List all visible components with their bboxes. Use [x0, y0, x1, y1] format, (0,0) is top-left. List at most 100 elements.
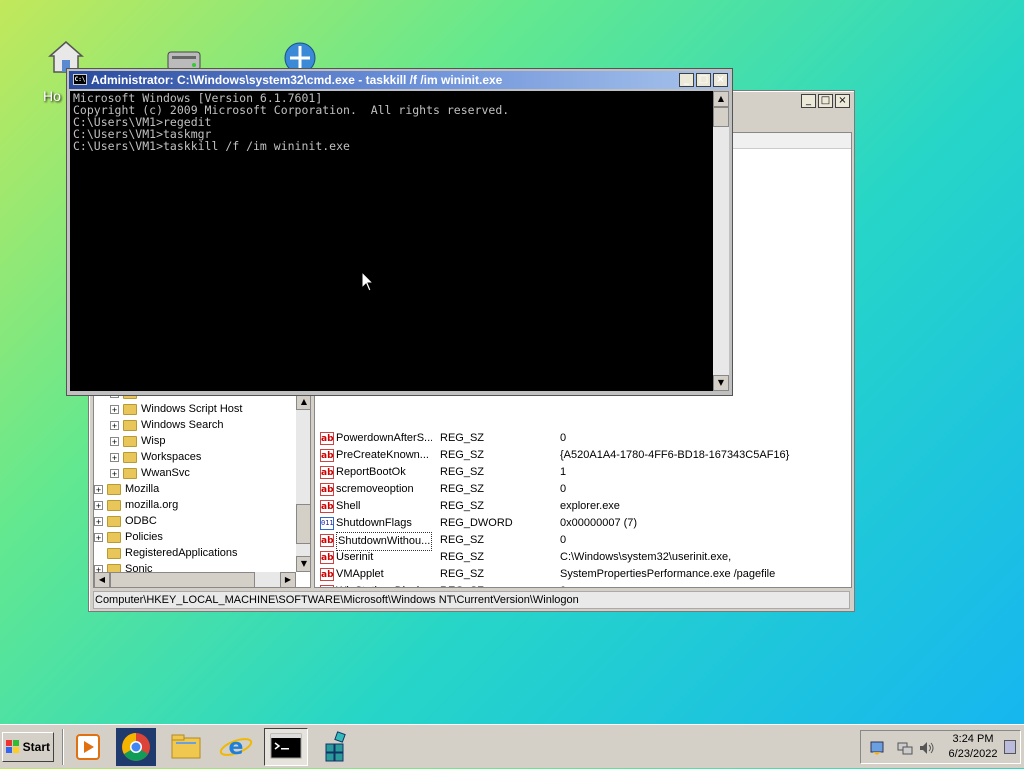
value-row[interactable]: ab PowerdownAfterS... REG_SZ 0	[315, 430, 851, 447]
tree-horizontal-scrollbar[interactable]: ◀ ▶	[94, 572, 296, 587]
console-output[interactable]: Microsoft Windows [Version 6.1.7601] Copy…	[70, 91, 713, 391]
regedit-maximize-button[interactable]: □	[818, 94, 833, 108]
cmd-close-button[interactable]: ×	[713, 73, 728, 87]
cmd-minimize-button[interactable]: _	[679, 73, 694, 87]
value-row[interactable]: ab Userinit REG_SZ C:\Windows\system32\user…	[315, 549, 851, 566]
reg-string-icon: ab	[320, 432, 334, 445]
tree-vertical-scrollbar[interactable]: ▲ ▼	[296, 394, 310, 572]
tree-item-label: ODBC	[125, 515, 157, 527]
action-center-icon[interactable]	[869, 740, 885, 756]
tree-expander-icon[interactable]: +	[94, 484, 103, 494]
cmd-window-icon[interactable]: C:\	[73, 74, 87, 85]
tree-expander-icon[interactable]: +	[94, 500, 103, 510]
cmd-maximize-button[interactable]: □	[696, 73, 711, 87]
scroll-up-button[interactable]: ▲	[713, 91, 729, 107]
registry-tree[interactable]: +Windows Portable Devices+Windows Script…	[93, 393, 311, 588]
scroll-up-button[interactable]: ▲	[296, 394, 310, 410]
clock-date[interactable]: 6/23/2022	[943, 748, 1003, 760]
tree-item-label: WwanSvc	[141, 467, 190, 479]
value-data: 1	[560, 466, 567, 478]
cmd-icon	[270, 733, 302, 759]
regedit-close-button[interactable]: ×	[835, 94, 850, 108]
regedit-icon	[325, 731, 346, 762]
scroll-left-button[interactable]: ◀	[94, 572, 110, 587]
tree-item[interactable]: RegisteredApplications	[94, 545, 238, 561]
value-data: 0	[560, 483, 567, 495]
value-type: REG_DWORD	[440, 517, 513, 529]
taskbar: Start e 3:24 PM 6/23/2022	[0, 724, 1024, 768]
value-type: REG_SZ	[440, 432, 485, 444]
value-data: 0x00000007 (7)	[560, 517, 638, 529]
value-row[interactable]: abWinStationsDisab... REG_SZ 0	[315, 583, 851, 587]
value-name: Shell	[336, 500, 361, 512]
tree-item-label: Windows Search	[141, 419, 224, 431]
scroll-right-button[interactable]: ▶	[280, 572, 296, 587]
show-desktop-button[interactable]	[1004, 740, 1016, 754]
reg-string-icon: ab	[320, 483, 334, 496]
file-explorer-icon	[171, 734, 201, 759]
cmd-vertical-scrollbar[interactable]: ▲ ▼	[713, 91, 729, 391]
tree-expander-icon[interactable]: +	[94, 516, 103, 526]
value-row[interactable]: 011 ShutdownFlags REG_DWORD 0x00000007 (7)	[315, 515, 851, 532]
network-tray-icon[interactable]	[897, 740, 913, 756]
value-type: REG_SZ	[440, 551, 485, 563]
taskbar-chrome[interactable]	[114, 728, 158, 766]
start-button[interactable]: Start	[2, 732, 54, 762]
value-type: REG_SZ	[440, 483, 485, 495]
tree-item[interactable]: + WwanSvc	[110, 465, 190, 481]
tree-item[interactable]: + mozilla.org	[94, 497, 178, 513]
value-row[interactable]: ab PreCreateKnown... REG_SZ {A520A1A4-1780-…	[315, 447, 851, 464]
value-type: REG_SZ	[440, 568, 485, 580]
value-row[interactable]: ab scremoveoption REG_SZ 0	[315, 481, 851, 498]
value-name: WinStationsDisab...	[336, 583, 432, 587]
value-row[interactable]: ab ShutdownWithou... REG_SZ 0	[315, 532, 851, 551]
taskbar-file-explorer[interactable]	[164, 728, 208, 766]
value-name: PreCreateKnown...	[336, 449, 429, 461]
reg-dword-icon: 011	[320, 517, 334, 530]
reg-string-icon: ab	[320, 551, 334, 564]
scroll-thumb[interactable]	[296, 504, 310, 544]
tree-expander-icon[interactable]: +	[110, 420, 119, 430]
tree-expander-icon[interactable]: +	[110, 468, 119, 478]
tree-expander-icon[interactable]: +	[94, 532, 103, 542]
tree-expander-icon[interactable]: +	[110, 404, 119, 414]
folder-icon	[107, 515, 121, 527]
value-data: C:\Windows\system32\userinit.exe,	[560, 551, 732, 563]
folder-icon	[123, 435, 137, 447]
command-prompt-window[interactable]: C:\ Administrator: C:\Windows\system32\c…	[66, 68, 733, 396]
tree-item-label: RegisteredApplications	[125, 547, 238, 559]
tree-item[interactable]: + ODBC	[94, 513, 157, 529]
value-row[interactable]: ab Shell REG_SZ explorer.exe	[315, 498, 851, 515]
scroll-down-button[interactable]: ▼	[713, 375, 729, 391]
scroll-thumb[interactable]	[110, 572, 255, 587]
tree-item[interactable]: + Wisp	[110, 433, 165, 449]
tree-expander-icon[interactable]: +	[110, 436, 119, 446]
cmd-title-bar[interactable]: C:\ Administrator: C:\Windows\system32\c…	[69, 71, 730, 89]
tree-item[interactable]: + Mozilla	[94, 481, 159, 497]
value-row[interactable]: ab ReportBootOk REG_SZ 1	[315, 464, 851, 481]
value-row[interactable]: ab VMApplet REG_SZ SystemPropertiesPerforma…	[315, 566, 851, 583]
value-data: {A520A1A4-1780-4FF6-BD18-167343C5AF16}	[560, 449, 790, 461]
taskbar-cmd[interactable]	[264, 728, 308, 766]
tree-expander-icon[interactable]: +	[110, 452, 119, 462]
tree-item[interactable]: + Workspaces	[110, 449, 201, 465]
scroll-down-button[interactable]: ▼	[296, 556, 310, 572]
tree-item[interactable]: + Policies	[94, 529, 163, 545]
taskbar-regedit[interactable]	[314, 728, 358, 766]
tree-item[interactable]: + Windows Search	[110, 417, 224, 433]
value-name: scremoveoption	[336, 483, 414, 495]
desktop-icon-label: Ho	[43, 88, 61, 104]
folder-icon	[123, 403, 137, 415]
reg-string-icon: ab	[320, 449, 334, 462]
reg-string-icon: ab	[320, 500, 334, 513]
tree-item[interactable]: + Windows Script Host	[110, 401, 242, 417]
scroll-thumb[interactable]	[713, 107, 729, 127]
console-line: C:\Users\VM1>taskkill /f /im wininit.exe	[73, 139, 350, 153]
taskbar-media-player[interactable]	[66, 728, 110, 766]
volume-icon[interactable]	[919, 740, 935, 756]
taskbar-internet-explorer[interactable]: e	[214, 728, 258, 766]
regedit-minimize-button[interactable]: _	[801, 94, 816, 108]
value-data: explorer.exe	[560, 500, 620, 512]
clock-time[interactable]: 3:24 PM	[943, 733, 1003, 745]
reg-string-icon: ab	[320, 585, 334, 587]
